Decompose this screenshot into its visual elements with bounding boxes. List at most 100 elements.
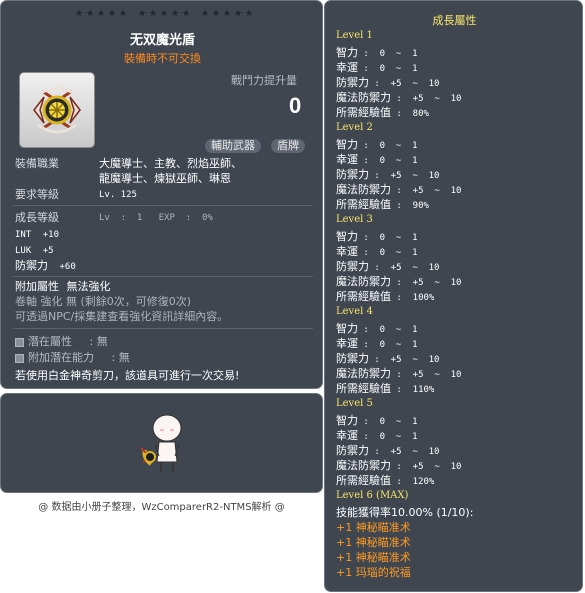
growth-line-value: : 0 ~ 1 — [358, 49, 418, 59]
stat-label: INT — [15, 230, 32, 240]
star-icon: ★ — [200, 9, 210, 19]
star-icon: ★ — [118, 9, 128, 19]
growth-line-value: : +5 ~ 10 — [391, 186, 462, 196]
growth-line: 所需經驗值 : 100% — [336, 288, 434, 304]
growth-line-value: : 100% — [391, 293, 435, 303]
growth-line: 魔法防禦力 : +5 ~ 10 — [336, 273, 461, 289]
skill-bonus: +1 玛瑙的祝福 — [336, 566, 411, 579]
stat-value: +60 — [59, 262, 76, 272]
growth-line-name: 智力 — [336, 414, 358, 427]
add-potential-value: : 無 — [111, 351, 130, 364]
growth-line-value: : +5 ~ 10 — [369, 263, 440, 273]
star-group: ★ ★ ★ ★ ★ — [75, 10, 128, 19]
power-increase-value: 0 — [289, 93, 302, 118]
growth-line-name: 防禦力 — [336, 168, 369, 181]
growth-line-name: 魔法防禦力 — [336, 183, 391, 196]
add-potential-row: 附加潛在能力 : 無 — [15, 349, 130, 365]
growth-line: 魔法防禦力 : +5 ~ 10 — [336, 457, 461, 473]
power-increase-label: 戰鬥力提升量 — [231, 74, 297, 87]
growth-line: 智力 : 0 ~ 1 — [336, 44, 418, 60]
star-icon: ★ — [233, 9, 243, 19]
growth-line-value: : +5 ~ 10 — [391, 462, 462, 472]
divider — [13, 205, 313, 206]
growth-line-value: : 0 ~ 1 — [358, 325, 418, 335]
growth-level-header: Level 3 — [336, 214, 373, 225]
extra-attr-label: 附加屬性 — [15, 280, 59, 293]
growth-title: 成長屬性 — [432, 14, 477, 27]
star-force-bar: ★ ★ ★ ★ ★ ★ ★ ★ ★ ★ ★ ★ ★ ★ ★ — [69, 10, 259, 19]
growth-line-name: 幸運 — [336, 61, 358, 74]
growth-line: 智力 : 0 ~ 1 — [336, 412, 418, 428]
trade-status: 裝備時不可交換 — [124, 52, 201, 65]
star-icon: ★ — [181, 9, 191, 19]
star-icon: ★ — [96, 9, 106, 19]
add-potential-bullet-icon — [15, 353, 24, 363]
growth-line: 所需經驗值 : 120% — [336, 472, 434, 488]
growth-line: 幸運 : 0 ~ 1 — [336, 151, 418, 167]
growth-label: 成長等級 — [15, 211, 59, 224]
tag-secondary-weapon: 輔助武器 — [205, 139, 261, 153]
growth-line-name: 防禦力 — [336, 260, 369, 273]
growth-line: 幸運 : 0 ~ 1 — [336, 427, 418, 443]
growth-line-value: : 0 ~ 1 — [358, 141, 418, 151]
skill-rate: 技能獲得率10.00% (1/10): — [336, 506, 474, 519]
growth-line-value: : 0 ~ 1 — [358, 248, 418, 258]
growth-line: 智力 : 0 ~ 1 — [336, 320, 418, 336]
growth-line: 幸運 : 0 ~ 1 — [336, 335, 418, 351]
growth-line-name: 所需經驗值 — [336, 106, 391, 119]
growth-line-value: : +5 ~ 10 — [369, 171, 440, 181]
scissors-note: 若使用白金神奇剪刀，該道具可進行一次交易! — [15, 369, 240, 382]
star-icon: ★ — [170, 9, 180, 19]
growth-level-header: Level 2 — [336, 122, 373, 133]
growth-line-value: : +5 ~ 10 — [369, 447, 440, 457]
growth-level-header: Level 5 — [336, 398, 373, 409]
growth-line-name: 幸運 — [336, 153, 358, 166]
growth-line-name: 所需經驗值 — [336, 290, 391, 303]
star-icon: ★ — [137, 9, 147, 19]
growth-line-name: 魔法防禦力 — [336, 91, 391, 104]
growth-line: 防禦力 : +5 ~ 10 — [336, 442, 439, 458]
growth-attributes-panel: 成長屬性 Level 1 智力 : 0 ~ 1 幸運 : 0 ~ 1 防禦力 :… — [324, 0, 583, 592]
star-icon: ★ — [211, 9, 221, 19]
potential-label: 潛在屬性 — [28, 335, 72, 348]
growth-line-value: : +5 ~ 10 — [391, 278, 462, 288]
potential-bullet-icon — [15, 337, 24, 347]
star-icon: ★ — [159, 9, 169, 19]
growth-line-value: : 0 ~ 1 — [358, 340, 418, 350]
divider — [13, 276, 313, 277]
growth-line-value: : 0 ~ 1 — [358, 432, 418, 442]
growth-line-name: 智力 — [336, 46, 358, 59]
star-icon: ★ — [74, 9, 84, 19]
extra-attr-value: 無法強化 — [66, 280, 111, 293]
skill-bonus: +1 神秘瞄准术 — [336, 536, 411, 549]
job-label: 裝備職業 — [15, 157, 59, 170]
growth-line-value: : 80% — [391, 109, 429, 119]
star-icon: ★ — [85, 9, 95, 19]
star-group: ★ ★ ★ ★ ★ — [201, 10, 254, 19]
footer-credit: @ 数据由小册子整理，WzComparerR2-NTMS解析 @ — [38, 502, 285, 513]
growth-line-name: 智力 — [336, 322, 358, 335]
growth-line: 防禦力 : +5 ~ 10 — [336, 258, 439, 274]
stat-value: +10 — [42, 230, 60, 240]
skill-bonus: +1 神秘瞄准术 — [336, 551, 411, 564]
growth-line-name: 所需經驗值 — [336, 474, 391, 487]
job-list: 大魔導士、主教、烈焰巫師、 龍魔導士、煉獄巫師、琳恩 — [99, 156, 299, 186]
growth-level-header: Level 1 — [336, 30, 373, 41]
extra-attribute: 附加屬性 無法強化 — [15, 279, 111, 294]
growth-line: 防禦力 : +5 ~ 10 — [336, 74, 439, 90]
growth-line-name: 幸運 — [336, 429, 358, 442]
growth-line-name: 魔法防禦力 — [336, 367, 391, 380]
stat-defense: 防禦力 +60 — [15, 258, 76, 275]
star-group: ★ ★ ★ ★ ★ — [138, 10, 191, 19]
growth-line: 幸運 : 0 ~ 1 — [336, 243, 418, 259]
potential-value: : 無 — [89, 335, 108, 348]
tag-shield: 盾牌 — [271, 139, 305, 153]
growth-line: 魔法防禦力 : +5 ~ 10 — [336, 181, 461, 197]
growth-level-max-header: Level 6 (MAX) — [336, 490, 409, 501]
growth-line: 魔法防禦力 : +5 ~ 10 — [336, 89, 461, 105]
shield-item-icon — [33, 86, 81, 134]
item-tooltip: ★ ★ ★ ★ ★ ★ ★ ★ ★ ★ ★ ★ ★ ★ ★ 无双魔光盾 裝備時不可交換 戰鬥力提升量 0… — [0, 0, 323, 389]
growth-line: 防禦力 : +5 ~ 10 — [336, 166, 439, 182]
req-level-value: Lv. 125 — [99, 190, 137, 200]
growth-line-name: 防禦力 — [336, 76, 369, 89]
